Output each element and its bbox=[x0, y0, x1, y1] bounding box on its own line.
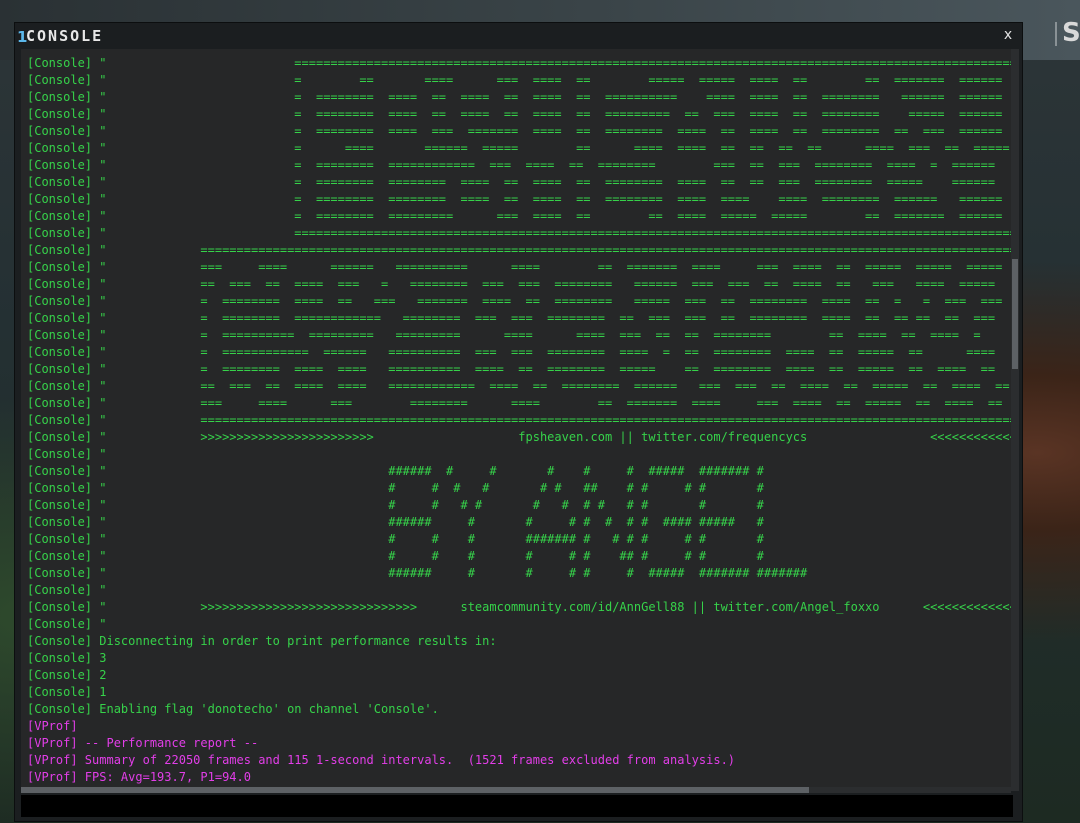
background-corner-glyph: S bbox=[1062, 18, 1080, 48]
console-line: [Console] " # # # # # # ## # # # # # bbox=[27, 481, 764, 495]
console-line: [Console] " bbox=[27, 583, 107, 597]
console-line: [Console] " ###### # # # # # ##### #####… bbox=[27, 566, 808, 580]
console-line: [Console] " == === == ==== === = =======… bbox=[27, 277, 996, 291]
console-line: [Console] " ============================… bbox=[27, 413, 1011, 427]
console-line: [Console] " = ======== ============ === … bbox=[27, 158, 996, 172]
console-line: [Console] " ============================… bbox=[27, 226, 1011, 240]
console-line: [Console] " = ======== ==== === ======= … bbox=[27, 124, 1003, 138]
console-line: [Console] " >>>>>>>>>>>>>>>>>>>>>>>> fps… bbox=[27, 430, 1011, 444]
background-divider bbox=[1055, 22, 1057, 46]
console-log: [Console] " ============================… bbox=[27, 55, 1011, 786]
console-line: [Console] Enabling flag 'donotecho' on c… bbox=[27, 702, 439, 716]
console-line: [Console] Disconnecting in order to prin… bbox=[27, 634, 497, 648]
console-line: [VProf] -- Performance report -- bbox=[27, 736, 259, 750]
console-line: [Console] " # # # ####### # # # # # # # bbox=[27, 532, 764, 546]
console-line: [Console] " = ======== ==== == === =====… bbox=[27, 294, 1003, 308]
console-line: [Console] 1 bbox=[27, 685, 107, 699]
console-line: [Console] " ============================… bbox=[27, 243, 1011, 257]
console-line: [Console] " ###### # # # # # ##### #####… bbox=[27, 464, 764, 478]
console-line: [Console] 2 bbox=[27, 668, 107, 682]
console-line: [Console] " === ==== === ======== ==== =… bbox=[27, 396, 1003, 410]
console-line: [Console] " >>>>>>>>>>>>>>>>>>>>>>>>>>>>… bbox=[27, 600, 1011, 614]
console-line: [Console] 3 bbox=[27, 651, 107, 665]
console-line: [Console] " = ======== ==== ==== =======… bbox=[27, 362, 996, 376]
console-line: [Console] " = ======== ======== ==== == … bbox=[27, 175, 996, 189]
console-line: [Console] " = ========== ========= =====… bbox=[27, 328, 981, 342]
console-line: [VProf] bbox=[27, 719, 78, 733]
console-line: [Console] " = ======== ============ ====… bbox=[27, 311, 996, 325]
console-line: [Console] " = == ==== === ==== == ===== … bbox=[27, 73, 1003, 87]
console-line: [Console] " = ======== ==== == ==== == =… bbox=[27, 90, 1003, 104]
horizontal-scrollbar-thumb[interactable] bbox=[21, 787, 809, 793]
console-output[interactable]: [Console] " ============================… bbox=[21, 49, 1011, 787]
console-line: [Console] " = ==== ====== ===== == ==== … bbox=[27, 141, 1010, 155]
console-line: [Console] " ###### # # # # # # # #### ##… bbox=[27, 515, 764, 529]
vertical-scrollbar-track[interactable] bbox=[1011, 49, 1019, 791]
console-line: [Console] " bbox=[27, 447, 107, 461]
console-line: [Console] " ============================… bbox=[27, 56, 1011, 70]
console-line: [Console] " == === == ==== ==== ========… bbox=[27, 379, 1010, 393]
close-button[interactable]: x bbox=[1000, 25, 1016, 45]
console-line: [Console] " === ==== ====== ========== =… bbox=[27, 260, 1003, 274]
console-line: [Console] " # # # # # # ## # # # # bbox=[27, 549, 764, 563]
console-line: [Console] " = ======== ======== ==== == … bbox=[27, 192, 1003, 206]
console-titlebar[interactable]: 1 CONSOLE x bbox=[15, 23, 1022, 49]
console-line: [VProf] FPS: Avg=193.7, P1=94.0 bbox=[27, 770, 251, 784]
console-line: [Console] " = ======== ========= === ===… bbox=[27, 209, 1003, 223]
console-line: [Console] " bbox=[27, 617, 107, 631]
console-line: [Console] " # # # # # # # # # # # # bbox=[27, 498, 764, 512]
console-line: [VProf] Summary of 22050 frames and 115 … bbox=[27, 753, 736, 767]
window-title: CONSOLE bbox=[26, 27, 104, 45]
console-command-input[interactable] bbox=[21, 795, 1013, 817]
console-window: 1 CONSOLE x [Console] " ================… bbox=[14, 22, 1023, 822]
vertical-scrollbar-thumb[interactable] bbox=[1012, 259, 1018, 369]
console-line: [Console] " = ============ ====== ======… bbox=[27, 345, 996, 359]
console-line: [Console] " = ======== ==== == ==== == =… bbox=[27, 107, 1003, 121]
